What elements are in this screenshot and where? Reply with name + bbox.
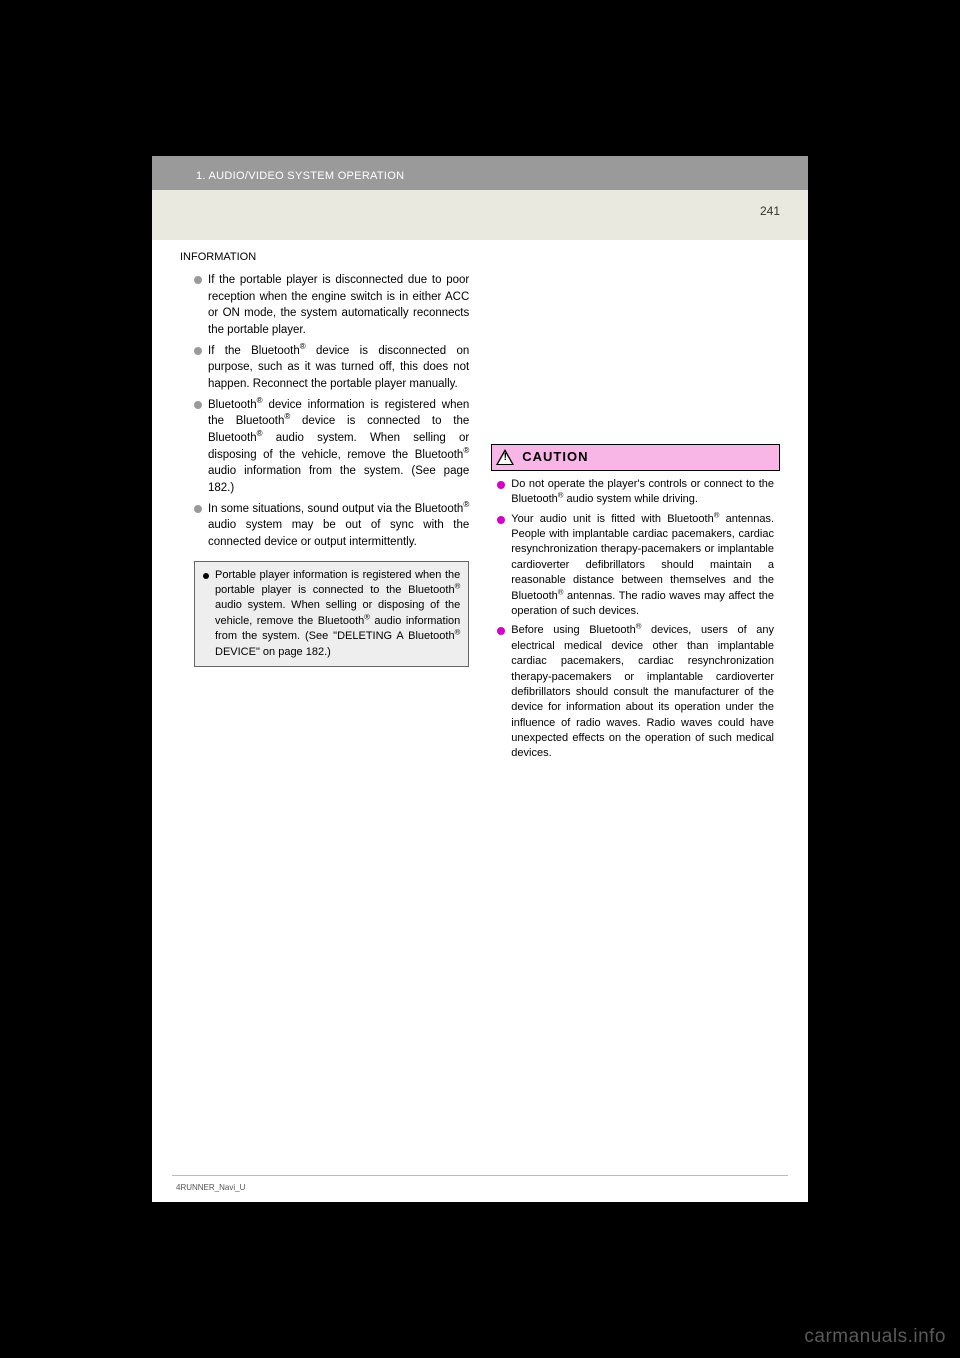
caution-text: Do not operate the player's controls or …: [511, 477, 774, 508]
caution-bullet: Before using Bluetooth® devices, users o…: [497, 623, 774, 762]
caution-header: ! CAUTION: [491, 444, 780, 471]
bullet-text: If the Bluetooth® device is disconnected…: [208, 343, 469, 393]
info-bullet: In some situations, sound output via the…: [194, 501, 469, 551]
bullet-icon: [194, 276, 202, 284]
caution-title: CAUTION: [522, 448, 588, 467]
manual-page: 1. AUDIO/VIDEO SYSTEM OPERATION 241 INFO…: [152, 156, 808, 1202]
header-strip: 241: [152, 190, 808, 240]
caution-bullet: Your audio unit is fitted with Bluetooth…: [497, 512, 774, 620]
note-text: Portable player information is registere…: [215, 568, 460, 660]
info-bullet: If the portable player is disconnected d…: [194, 272, 469, 339]
bullet-icon: [194, 401, 202, 409]
information-heading: INFORMATION: [180, 250, 469, 266]
bullet-text: If the portable player is disconnected d…: [208, 272, 469, 339]
caution-text: Before using Bluetooth® devices, users o…: [511, 623, 774, 762]
page-number: 241: [760, 204, 780, 218]
bullet-icon: [194, 347, 202, 355]
bullet-icon: [497, 481, 505, 489]
section-header: 1. AUDIO/VIDEO SYSTEM OPERATION: [152, 156, 808, 190]
note-box: Portable player information is registere…: [194, 561, 469, 667]
caution-body: Do not operate the player's controls or …: [491, 471, 780, 774]
bullet-icon: [497, 516, 505, 524]
info-bullet: If the Bluetooth® device is disconnected…: [194, 343, 469, 393]
bullet-icon: [203, 573, 209, 579]
bullet-icon: [497, 627, 505, 635]
right-column: ! CAUTION Do not operate the player's co…: [491, 250, 780, 774]
watermark: carmanuals.info: [804, 1326, 946, 1348]
warning-icon: !: [496, 449, 514, 465]
caution-text: Your audio unit is fitted with Bluetooth…: [511, 512, 774, 620]
left-column: INFORMATION If the portable player is di…: [180, 250, 469, 774]
bullet-text: Bluetooth® device information is registe…: [208, 397, 469, 497]
bullet-icon: [194, 505, 202, 513]
caution-bullet: Do not operate the player's controls or …: [497, 477, 774, 508]
caution-box: ! CAUTION Do not operate the player's co…: [491, 444, 780, 774]
bullet-text: In some situations, sound output via the…: [208, 501, 469, 551]
content-columns: INFORMATION If the portable player is di…: [152, 240, 808, 774]
footer-divider: [172, 1175, 788, 1176]
footer-code: 4RUNNER_Navi_U: [176, 1183, 245, 1192]
info-bullet: Bluetooth® device information is registe…: [194, 397, 469, 497]
section-title: 1. AUDIO/VIDEO SYSTEM OPERATION: [196, 170, 404, 182]
